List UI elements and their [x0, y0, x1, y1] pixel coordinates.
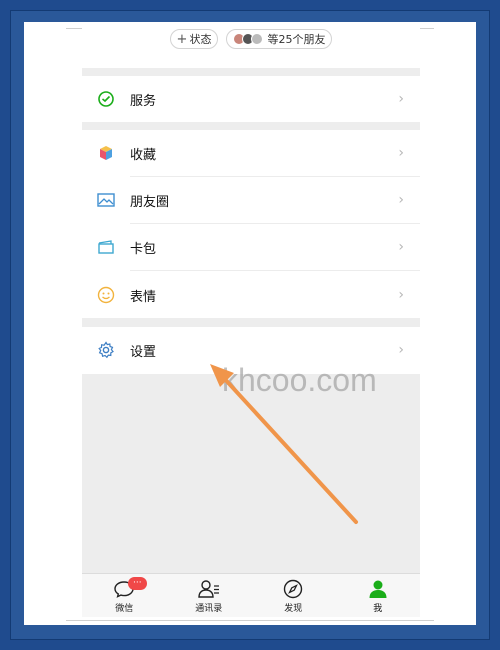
friends-status-label: 等25个朋友	[267, 33, 326, 46]
section-gap	[82, 318, 420, 327]
chevron-right-icon: ›	[398, 239, 404, 255]
menu-item-services[interactable]: 服务 ›	[82, 76, 420, 122]
add-status-button[interactable]: + 状态	[169, 29, 219, 49]
friends-status-button[interactable]: 等25个朋友	[226, 29, 333, 49]
smile-icon	[96, 285, 116, 305]
wechat-pay-icon	[96, 89, 116, 109]
compass-icon	[283, 578, 303, 600]
tab-label-discover: 发现	[284, 603, 303, 614]
chevron-right-icon: ›	[398, 342, 404, 358]
person-icon	[368, 578, 388, 600]
contacts-icon	[197, 578, 221, 600]
tab-label-contacts: 通讯录	[195, 603, 223, 614]
empty-background	[82, 374, 420, 573]
menu-item-favorites[interactable]: 收藏 ›	[82, 130, 420, 176]
tab-contacts[interactable]: 通讯录	[167, 574, 252, 617]
menu-label-services: 服务	[130, 93, 157, 109]
tab-chats[interactable]: ··· 微信	[82, 574, 167, 617]
chevron-right-icon: ›	[398, 145, 404, 161]
watermark: khcoo.com	[222, 362, 377, 398]
friend-avatars	[233, 33, 264, 45]
menu-label-stickers: 表情	[130, 289, 157, 305]
tab-me[interactable]: 我	[336, 574, 421, 617]
image-icon	[96, 190, 116, 210]
unread-badge: ···	[128, 577, 147, 590]
wechat-me-screen: + 状态 等25个朋友 服务 › 收藏 › 朋友圈 › 卡包 › 表情 › 设置…	[82, 22, 420, 617]
menu-item-stickers[interactable]: 表情 ›	[82, 272, 420, 318]
menu-label-cards: 卡包	[130, 241, 157, 257]
bottom-rule	[66, 620, 434, 621]
bottom-tab-bar: ··· 微信 通讯录 发现 我	[82, 573, 420, 617]
status-row: + 状态 等25个朋友	[82, 28, 420, 50]
add-status-label: 状态	[189, 33, 212, 46]
chevron-right-icon: ›	[398, 192, 404, 208]
gear-icon	[96, 340, 116, 360]
avatar	[251, 33, 264, 45]
tab-label-me: 我	[373, 603, 383, 614]
chevron-right-icon: ›	[398, 91, 404, 107]
menu-item-moments[interactable]: 朋友圈 ›	[82, 177, 420, 223]
menu-label-moments: 朋友圈	[130, 194, 170, 210]
tab-discover[interactable]: 发现	[251, 574, 336, 617]
divider	[130, 270, 420, 271]
tab-label-chats: 微信	[115, 603, 134, 614]
section-gap	[82, 68, 420, 76]
menu-label-favorites: 收藏	[130, 147, 157, 163]
chevron-right-icon: ›	[398, 287, 404, 303]
cube-icon	[96, 143, 116, 163]
wallet-icon	[96, 237, 116, 257]
menu-label-settings: 设置	[130, 344, 157, 360]
menu-item-cards[interactable]: 卡包 ›	[82, 224, 420, 270]
plus-icon: +	[176, 31, 188, 47]
section-gap	[82, 122, 420, 130]
